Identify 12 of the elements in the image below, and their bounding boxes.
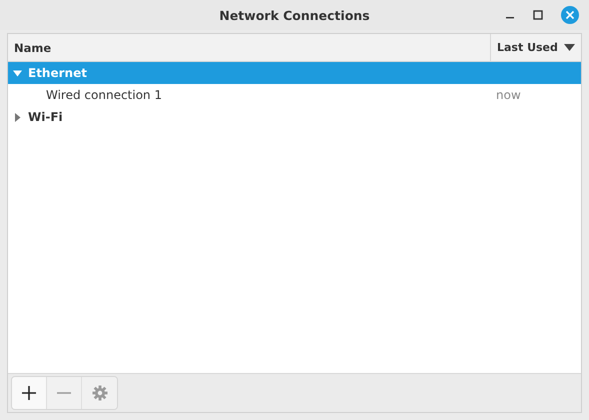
add-button[interactable] <box>12 377 47 409</box>
maximize-icon[interactable] <box>533 10 543 20</box>
collapsed-caret-icon[interactable] <box>13 112 22 122</box>
gear-icon <box>92 385 108 401</box>
expanded-caret-icon[interactable] <box>13 68 22 78</box>
tree-row[interactable]: Wi-Fi <box>8 106 581 128</box>
tree-row[interactable]: Wired connection 1 now <box>8 84 581 106</box>
column-header[interactable]: Name <box>8 34 491 61</box>
plus-icon <box>22 386 36 400</box>
column-header[interactable]: Last Used <box>491 34 581 61</box>
close-icon[interactable] <box>561 6 579 24</box>
window-title: Network Connections <box>219 8 370 22</box>
